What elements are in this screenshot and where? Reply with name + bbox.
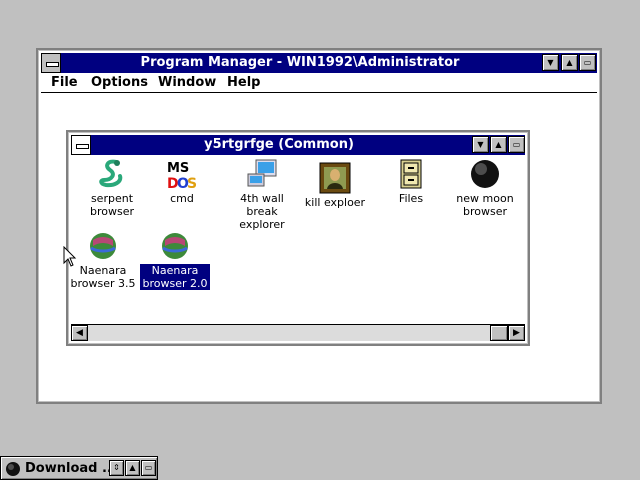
horizontal-scrollbar[interactable]: ◀ ▶ [71, 324, 525, 341]
download-title: Download ... [25, 461, 117, 476]
restore-button[interactable]: ▭ [579, 54, 596, 71]
group-minimize-button[interactable]: ▼ [472, 136, 489, 153]
program-label-selected: Naenara browser 2.0 [140, 264, 210, 290]
task-restore-button[interactable]: ⇕ [109, 460, 124, 476]
menu-help[interactable]: Help [223, 73, 264, 92]
menu-window[interactable]: Window [154, 73, 220, 92]
program-item-naenara-browser-20[interactable]: Naenara browser 2.0 [134, 230, 216, 290]
group-restore-button[interactable]: ▭ [508, 136, 525, 153]
menu-file[interactable]: File [47, 73, 82, 92]
mouse-cursor-icon [63, 246, 77, 267]
program-item-new-moon-browser[interactable]: new moon browser [444, 158, 526, 218]
group-system-menu-button[interactable] [71, 135, 91, 155]
menu-options[interactable]: Options [87, 73, 152, 92]
program-item-kill-exploer[interactable]: kill exploer [294, 162, 376, 209]
program-manager-titlebar[interactable]: Program Manager - WIN1992\Administrator … [41, 53, 597, 73]
program-manager-title: Program Manager - WIN1992\Administrator [140, 55, 460, 70]
file-cabinet-icon [395, 158, 427, 190]
computer-icon [246, 158, 278, 190]
portrait-icon [319, 162, 351, 194]
globe-icon [87, 230, 119, 262]
scroll-left-arrow-icon[interactable]: ◀ [71, 325, 88, 341]
serpent-icon [96, 158, 128, 190]
group-maximize-button[interactable]: ▲ [490, 136, 507, 153]
program-label: Naenara browser 3.5 [70, 264, 136, 290]
task-maximize-button[interactable]: ▲ [125, 460, 140, 476]
msdos-icon: MS D O S [166, 158, 198, 192]
minimized-download-window[interactable]: Download ... ⇕ ▲ ▭ [0, 456, 158, 480]
program-label: cmd [170, 192, 194, 205]
program-item-4th-wall-break-explorer[interactable]: 4th wall break explorer [221, 158, 303, 231]
menubar: File Options Window Help [41, 73, 597, 93]
maximize-button[interactable]: ▲ [561, 54, 578, 71]
system-menu-button[interactable] [41, 53, 61, 73]
moon-icon [6, 462, 20, 476]
minimize-button[interactable]: ▼ [542, 54, 559, 71]
group-window: y5rtgrfge (Common) ▼ ▲ ▭ serpent browser … [66, 130, 530, 346]
program-label: serpent browser [89, 192, 134, 218]
moon-icon [469, 158, 501, 190]
scroll-thumb[interactable] [490, 325, 508, 341]
program-label: Files [398, 192, 424, 205]
program-item-cmd[interactable]: MS D O S cmd [141, 158, 223, 205]
globe-icon [159, 230, 191, 262]
group-titlebar[interactable]: y5rtgrfge (Common) ▼ ▲ ▭ [71, 135, 525, 155]
svg-text:S: S [187, 176, 197, 190]
scroll-right-arrow-icon[interactable]: ▶ [508, 325, 525, 341]
program-item-files[interactable]: Files [370, 158, 452, 205]
svg-text:MS: MS [167, 161, 189, 176]
program-label: kill exploer [304, 196, 366, 209]
program-label: new moon browser [456, 192, 514, 218]
program-label: 4th wall break explorer [239, 192, 285, 231]
group-title: y5rtgrfge (Common) [204, 137, 354, 152]
task-menu-button[interactable]: ▭ [141, 460, 156, 476]
